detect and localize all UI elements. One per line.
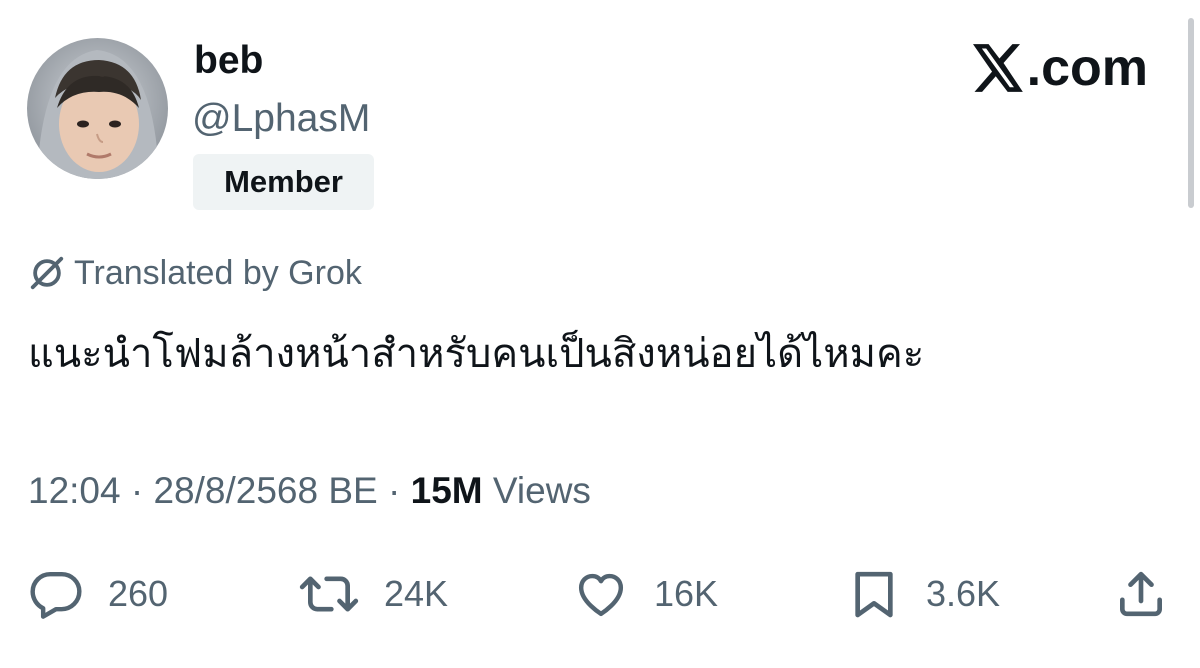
- tweet-text: แนะนำโฟมล้างหน้าสำหรับคนเป็นสิงหน่อยได้ไ…: [28, 331, 925, 377]
- grok-icon: [30, 256, 64, 290]
- bookmark-button[interactable]: 3.6K: [846, 566, 1000, 622]
- repost-count: 24K: [384, 573, 449, 614]
- bookmark-icon: [855, 571, 893, 618]
- views-label: Views: [492, 470, 591, 511]
- share-button[interactable]: [1113, 566, 1193, 622]
- scrollbar[interactable]: [1188, 18, 1194, 208]
- x-com-logo: .com: [972, 38, 1148, 98]
- repost-button[interactable]: 24K: [298, 566, 448, 622]
- reply-count: 260: [108, 573, 169, 614]
- member-badge[interactable]: Member: [193, 154, 374, 210]
- reply-icon: [30, 571, 82, 619]
- avatar[interactable]: [27, 38, 168, 179]
- repost-icon: [299, 576, 359, 612]
- meta-separator: ·: [388, 470, 411, 511]
- action-bar: 260 24K 16K 3.6K: [28, 566, 1173, 622]
- share-icon: [1120, 571, 1162, 617]
- tweet-date[interactable]: 28/8/2568 BE: [153, 470, 377, 511]
- tweet-meta: 12:04 · 28/8/2568 BE · 15M Views: [28, 468, 591, 514]
- translation-label: Translated by Grok: [74, 254, 362, 292]
- heart-icon: [578, 573, 624, 617]
- display-name[interactable]: beb: [194, 38, 263, 84]
- x-logo-icon: [972, 44, 1023, 92]
- user-handle[interactable]: @LphasM: [192, 96, 370, 142]
- like-button[interactable]: 16K: [572, 566, 718, 622]
- reply-button[interactable]: 260: [28, 566, 168, 622]
- brand-domain: .com: [1026, 39, 1148, 97]
- avatar-image: [27, 38, 168, 179]
- translation-notice[interactable]: Translated by Grok: [28, 251, 362, 295]
- bookmark-count: 3.6K: [926, 573, 1001, 614]
- like-count: 16K: [654, 573, 719, 614]
- tweet-time[interactable]: 12:04: [28, 470, 121, 511]
- views-count: 15M: [410, 470, 483, 511]
- meta-separator: ·: [130, 470, 154, 511]
